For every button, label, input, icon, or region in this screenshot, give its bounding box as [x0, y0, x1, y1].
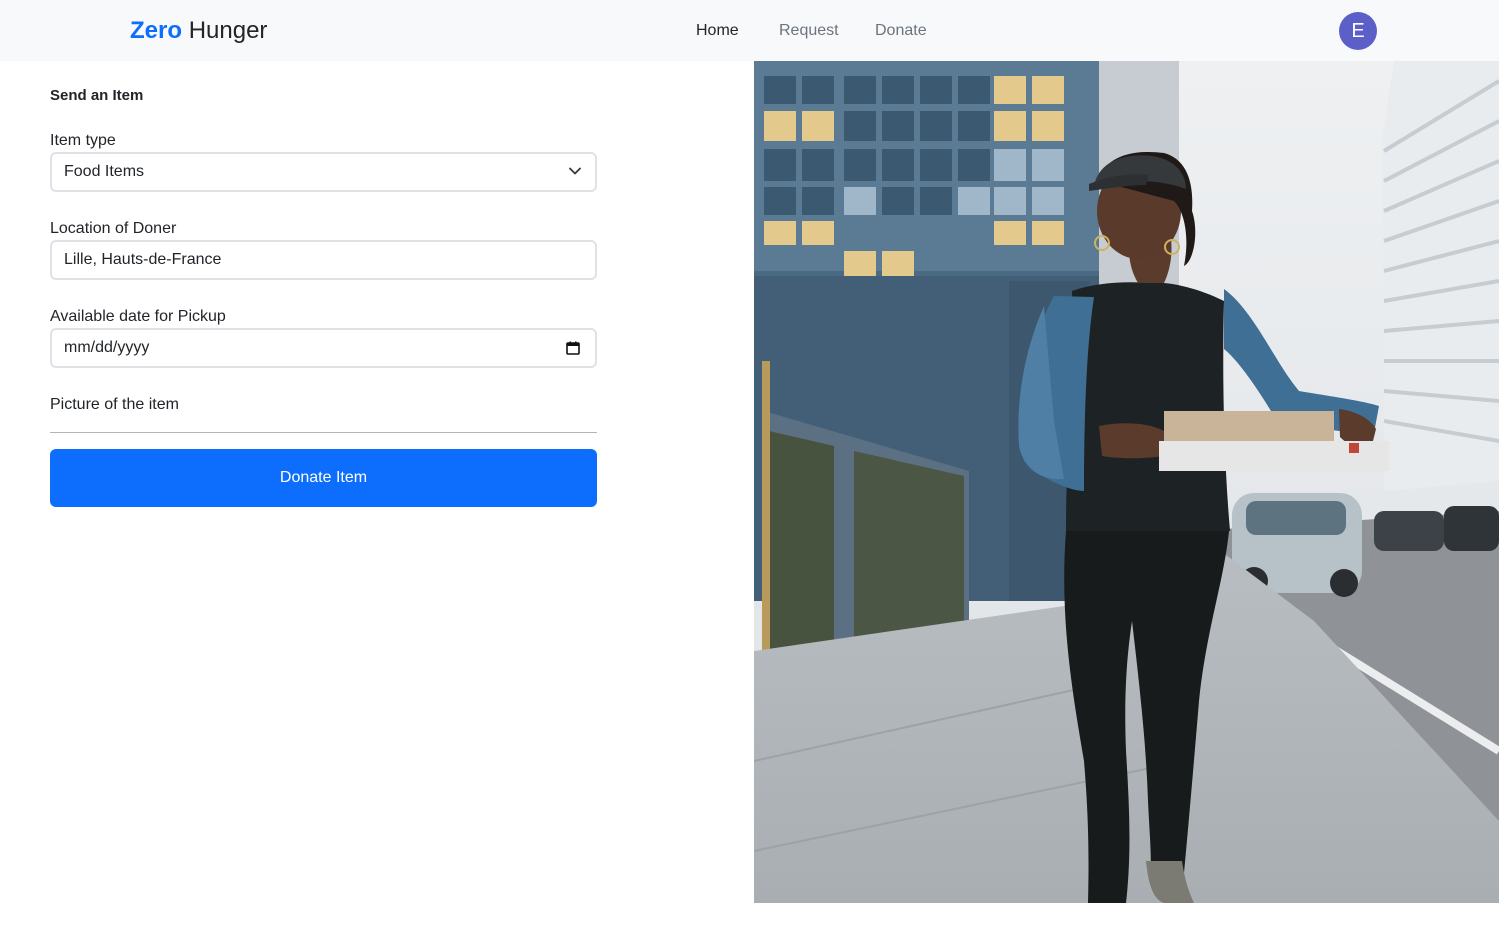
brand-logo[interactable]: Zero Hunger [130, 16, 267, 46]
location-label: Location of Doner [50, 220, 177, 237]
pickup-date-label: Available date for Pickup [50, 308, 226, 325]
item-type-select[interactable]: Food Items [50, 152, 597, 192]
location-value: Lille, Hauts-de-France [64, 251, 222, 268]
picture-label: Picture of the item [50, 396, 179, 413]
brand-part-zero: Zero [130, 17, 183, 44]
user-avatar[interactable]: E [1339, 12, 1377, 50]
pickup-date-input[interactable]: mm/dd/yyyy [50, 328, 597, 368]
brand-part-hunger: Hunger [188, 17, 268, 44]
nav-link-request[interactable]: Request [779, 20, 839, 42]
item-type-value: Food Items [64, 163, 145, 180]
chevron-down-icon [569, 167, 581, 175]
form-title: Send an Item [50, 87, 144, 104]
location-input[interactable]: Lille, Hauts-de-France [50, 240, 597, 280]
delivery-woman-photo [754, 61, 1499, 903]
donate-item-button[interactable]: Donate Item [50, 449, 597, 507]
picture-divider [50, 432, 597, 433]
pickup-date-value: mm/dd/yyyy [64, 339, 150, 356]
calendar-icon[interactable] [566, 341, 580, 355]
navbar: Zero Hunger Home Request Donate E [0, 0, 1499, 61]
nav-link-home[interactable]: Home [696, 20, 739, 42]
hero-photo [754, 61, 1499, 903]
item-type-label: Item type [50, 132, 116, 149]
nav-link-donate[interactable]: Donate [875, 20, 927, 42]
